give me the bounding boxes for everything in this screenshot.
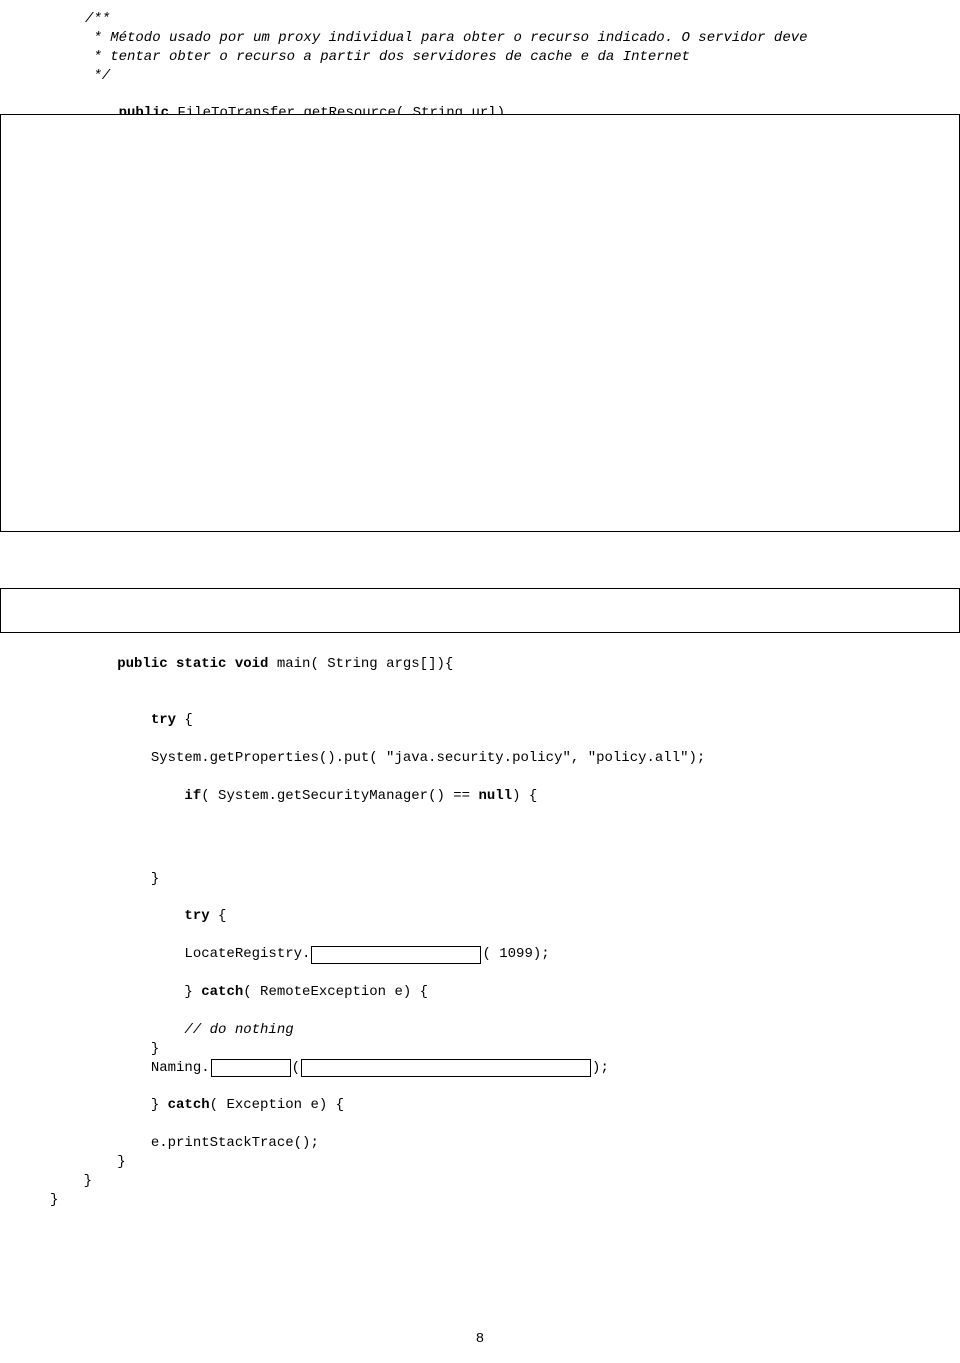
do-nothing-comment: // do nothing bbox=[50, 1021, 910, 1040]
close-brace-main: } bbox=[50, 1172, 910, 1191]
page-number: 8 bbox=[0, 1330, 960, 1349]
close-brace-if: } bbox=[50, 870, 910, 889]
javadoc-open: /** bbox=[50, 10, 910, 29]
naming-prefix: Naming. bbox=[50, 1059, 210, 1078]
main-signature: public static void main( String args[]){ bbox=[50, 636, 910, 693]
try-outer: try { bbox=[50, 692, 910, 749]
if-end: ) { bbox=[512, 788, 537, 804]
locate-registry-line: LocateRegistry. ( 1099); bbox=[50, 945, 910, 964]
catch2-pre: } bbox=[84, 1097, 168, 1113]
catch1-pre: } bbox=[84, 984, 202, 1000]
catch2-rest: ( Exception e) { bbox=[210, 1097, 344, 1113]
close-brace-catch: } bbox=[50, 1153, 910, 1172]
naming-open-paren: ( bbox=[292, 1059, 300, 1078]
naming-line: Naming. ( ); bbox=[50, 1059, 910, 1078]
set-property-line: System.getProperties().put( "java.securi… bbox=[50, 749, 910, 768]
try-inner-brace: { bbox=[210, 908, 227, 924]
catch-exception: } catch( Exception e) { bbox=[50, 1078, 910, 1135]
redacted-block-2 bbox=[0, 588, 960, 633]
close-brace-class: } bbox=[50, 1191, 910, 1210]
keyword-catch-1: catch bbox=[201, 984, 243, 1000]
main-sig-rest: main( String args[]){ bbox=[268, 656, 453, 672]
redacted-inline-box-3 bbox=[301, 1059, 591, 1077]
catch1-rest: ( RemoteException e) { bbox=[243, 984, 428, 1000]
print-stacktrace: e.printStackTrace(); bbox=[50, 1134, 910, 1153]
if-mid: ( System.getSecurityManager() == bbox=[201, 788, 478, 804]
keyword-public-static-void: public static void bbox=[84, 656, 269, 672]
catch-remote-exception: } catch( RemoteException e) { bbox=[50, 964, 910, 1021]
redacted-inline-box-2 bbox=[211, 1059, 291, 1077]
locate-registry-prefix: LocateRegistry. bbox=[50, 945, 310, 964]
keyword-if: if bbox=[84, 788, 202, 804]
keyword-null: null bbox=[478, 788, 512, 804]
close-brace-try-inner: } bbox=[50, 1040, 910, 1059]
javadoc-line1: * Método usado por um proxy individual p… bbox=[50, 29, 910, 48]
locate-registry-suffix: ( 1099); bbox=[482, 945, 549, 964]
redacted-inline-box-1 bbox=[311, 946, 481, 964]
spacer-2 bbox=[50, 825, 910, 870]
keyword-try-1: try bbox=[84, 712, 176, 728]
try-inner: try { bbox=[50, 889, 910, 946]
javadoc-line2: * tentar obter o recurso a partir dos se… bbox=[50, 48, 910, 67]
redacted-block-1 bbox=[0, 114, 960, 532]
keyword-catch-2: catch bbox=[168, 1097, 210, 1113]
if-security-manager: if( System.getSecurityManager() == null)… bbox=[50, 768, 910, 825]
javadoc-close: */ bbox=[50, 67, 910, 86]
try-outer-brace: { bbox=[176, 712, 193, 728]
document-page: /** * Método usado por um proxy individu… bbox=[0, 0, 960, 1210]
keyword-try-2: try bbox=[84, 908, 210, 924]
naming-suffix: ); bbox=[592, 1059, 609, 1078]
